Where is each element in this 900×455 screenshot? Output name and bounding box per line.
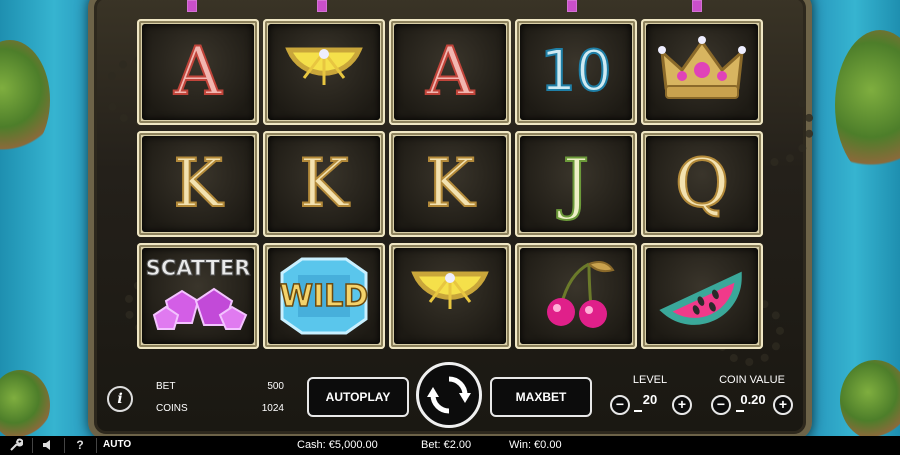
level-minus-button[interactable]: − [610, 395, 630, 415]
game-stage: A K SCATTER K WILD A K 10 J Q i BET 500 COINS 102… [0, 0, 900, 455]
island-right-bottom [840, 360, 900, 440]
symbol-a: A [425, 33, 475, 110]
reel-cell-window [268, 24, 380, 120]
watermelon-icon [654, 254, 750, 339]
level-plus-button[interactable]: + [672, 395, 692, 415]
reel-cell: Q [641, 131, 763, 237]
reel-cell: WILD [263, 243, 385, 349]
reel-cell-window: J [520, 136, 632, 232]
symbol-k: K [172, 145, 223, 222]
reel-cell [263, 19, 385, 125]
divider [96, 438, 97, 453]
coins-value: 1024 [261, 403, 284, 414]
gem-ornament [187, 0, 197, 12]
coin-value-minus-button[interactable]: − [711, 395, 731, 415]
status-bar: ? AUTO Cash: €5,000.00 Bet: €2.00 Win: €… [0, 436, 900, 455]
reel-cell-window: K [394, 136, 506, 232]
coin-value-value: 0.20 [740, 392, 766, 407]
settings-wrench-icon[interactable] [6, 437, 26, 454]
symbol-wild-label: WILD [279, 278, 369, 315]
spin-arrows-icon [427, 376, 471, 414]
lemon-icon [405, 254, 495, 339]
crown-icon [654, 30, 750, 115]
gem-ornament [567, 0, 577, 12]
island-left-bottom [0, 370, 50, 440]
reel-cell: K [137, 131, 259, 237]
reel-cell-window: SCATTER [142, 248, 254, 344]
divider [64, 438, 65, 453]
reel-cell-window [520, 248, 632, 344]
info-button[interactable]: i [107, 386, 133, 412]
symbol-j: J [562, 145, 591, 222]
bet-value: 500 [267, 381, 284, 392]
reel-cell-window: A [394, 24, 506, 120]
coin-value-plus-button[interactable]: + [773, 395, 793, 415]
maxbet-button[interactable]: MAXBET [490, 377, 592, 417]
reel-grid: A K SCATTER K WILD A K 10 J Q [137, 19, 764, 350]
help-button[interactable]: ? [70, 437, 90, 454]
reel-cell-window: 10 [520, 24, 632, 120]
level-label: LEVEL [632, 374, 668, 386]
reel-cell-window: WILD [268, 248, 380, 344]
symbol-q: Q [674, 145, 730, 222]
reel-cell: A [389, 19, 511, 125]
reel-cell [641, 19, 763, 125]
reel-cell: SCATTER [137, 243, 259, 349]
scatter-gems-icon [146, 277, 250, 340]
coins-label: COINS [156, 403, 188, 414]
reel-cell-window [646, 248, 758, 344]
coin-value-label: COIN VALUE [719, 374, 785, 386]
reel-cell-window: K [142, 136, 254, 232]
reel-cell: K [263, 131, 385, 237]
sound-icon[interactable] [38, 437, 58, 454]
title-strip [137, 0, 764, 14]
win-display: Win: €0.00 [509, 439, 562, 451]
reel-cell [515, 243, 637, 349]
lemon-icon [279, 30, 369, 115]
island-right [835, 30, 900, 180]
auto-toggle[interactable]: AUTO [103, 439, 131, 450]
cherries-icon [533, 254, 619, 339]
reel-cell-window [394, 248, 506, 344]
bet-display: Bet: €2.00 [421, 439, 472, 451]
reel-cell: 10 [515, 19, 637, 125]
gem-ornament [317, 0, 327, 12]
symbol-a: A [173, 33, 223, 110]
level-value: 20 [642, 392, 658, 407]
control-panel: i BET 500 COINS 1024 AUTOPLAY MAXBET LEV… [100, 360, 800, 438]
island-left [0, 40, 50, 160]
reel-cell [641, 243, 763, 349]
divider [32, 438, 33, 453]
reel-cell-window: A [142, 24, 254, 120]
coin-value-underline [736, 410, 744, 412]
reel-cell-window: Q [646, 136, 758, 232]
symbol-k: K [298, 145, 349, 222]
reel-cell: K [389, 131, 511, 237]
symbol-k: K [424, 145, 475, 222]
reel-cell [389, 243, 511, 349]
gem-ornament [692, 0, 702, 12]
level-underline [634, 410, 642, 412]
bet-label: BET [156, 381, 176, 392]
reel-cell: A [137, 19, 259, 125]
reel-cell-window [646, 24, 758, 120]
cash-display: Cash: €5,000.00 [297, 439, 378, 451]
reel-cell: J [515, 131, 637, 237]
reel-cell-window: K [268, 136, 380, 232]
symbol-10: 10 [539, 39, 612, 104]
autoplay-button[interactable]: AUTOPLAY [307, 377, 409, 417]
spin-button[interactable] [416, 362, 482, 428]
